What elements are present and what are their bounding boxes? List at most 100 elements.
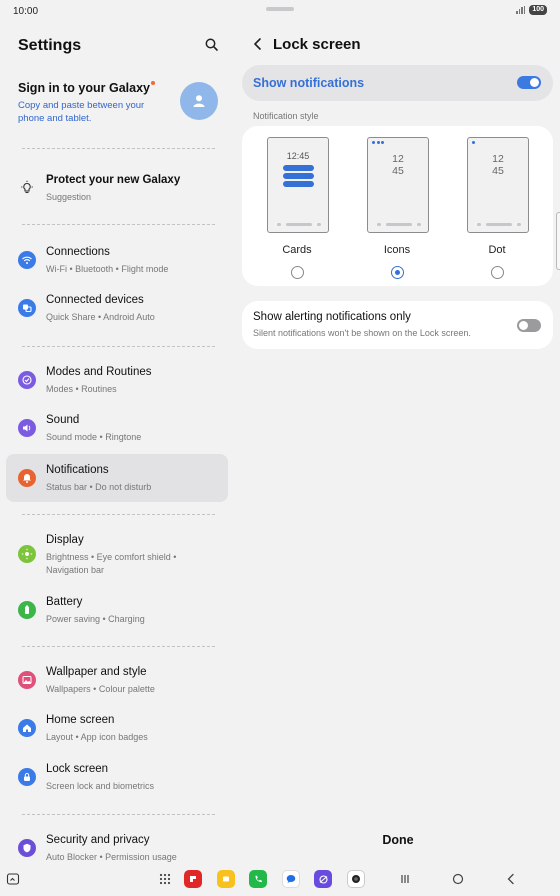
sidebar-item-wallpaper[interactable]: Wallpaper and style Wallpapers • Colour … (6, 656, 228, 704)
check-circle-icon (18, 371, 36, 389)
preview-time: 12:45 (286, 151, 310, 161)
sidebar-item-connected-devices[interactable]: Connected devices Quick Share • Android … (6, 284, 228, 332)
image-icon (18, 671, 36, 689)
radio-dot[interactable] (491, 266, 504, 279)
messages-icon[interactable] (282, 870, 300, 888)
sidebar-item-subtitle: Modes • Routines (46, 384, 117, 394)
account-subtitle: Copy and paste between your phone and ta… (18, 100, 145, 124)
camera-icon[interactable] (347, 870, 365, 888)
sidebar-item-label: Connected devices (46, 294, 144, 306)
dot-preview: 12 45 (467, 137, 529, 233)
style-option-cards[interactable]: 12:45 Cards (247, 126, 347, 286)
recent-apps-icon[interactable] (396, 870, 414, 888)
sidebar-item-lock-screen[interactable]: Lock screen Screen lock and biometrics (6, 753, 228, 801)
navigation-bar (0, 864, 560, 896)
divider (22, 514, 215, 515)
style-option-dot[interactable]: 12 45 Dot (447, 126, 547, 286)
sidebar-item-label: Wallpaper and style (46, 666, 147, 678)
back-nav-icon[interactable] (502, 870, 520, 888)
home-icon (18, 719, 36, 737)
sidebar-item-subtitle: Wallpapers • Colour palette (46, 684, 155, 694)
screenshot-icon[interactable] (4, 870, 22, 888)
sidebar-item-label: Lock screen (46, 763, 109, 775)
sidebar-item-subtitle: Wi-Fi • Bluetooth • Flight mode (46, 264, 169, 274)
internet-icon[interactable] (314, 870, 332, 888)
alerting-only-row[interactable]: Show alerting notifications only Silent … (242, 301, 553, 349)
sidebar-item-notifications[interactable]: Notifications Status bar • Do not distur… (6, 454, 228, 502)
alerting-only-subtitle: Silent notifications won't be shown on t… (253, 328, 471, 338)
notification-dot (472, 141, 475, 144)
volume-icon (18, 419, 36, 437)
sidebar-item-modes-routines[interactable]: Modes and Routines Modes • Routines (6, 356, 228, 404)
preview-shortcuts (477, 223, 521, 226)
bell-icon (18, 469, 36, 487)
preview-minute: 45 (492, 165, 504, 177)
done-button[interactable]: Done (370, 833, 426, 847)
style-label-dot: Dot (488, 244, 506, 256)
sidebar-item-subtitle: Layout • App icon badges (46, 732, 148, 742)
home-button-icon[interactable] (449, 870, 467, 888)
sidebar-item-display[interactable]: Display Brightness • Eye comfort shield … (6, 524, 228, 575)
sidebar-item-subtitle: Auto Blocker • Permission usage (46, 852, 177, 862)
show-notifications-toggle[interactable] (517, 76, 541, 89)
notification-style-card: 12:45 Cards 12 45 Icons 12 45 Dot (242, 126, 553, 286)
devices-icon (18, 299, 36, 317)
phone-icon[interactable] (249, 870, 267, 888)
sidebar-item-label: Battery (46, 596, 83, 608)
back-icon[interactable] (250, 36, 266, 52)
page-title: Settings (18, 37, 82, 54)
icons-preview: 12 45 (367, 137, 429, 233)
suggestion-title: Protect your new Galaxy (46, 174, 181, 186)
sidebar-item-label: Home screen (46, 714, 115, 726)
style-label-icons: Icons (383, 244, 411, 256)
drag-handle[interactable] (266, 7, 294, 11)
notification-card (283, 173, 314, 179)
notification-dot (150, 81, 155, 85)
battery-icon (18, 601, 36, 619)
shield-icon (18, 839, 36, 857)
account-title: Sign in to your Galaxy (18, 81, 150, 95)
show-notifications-row[interactable]: Show notifications (242, 65, 553, 101)
radio-cards[interactable] (291, 266, 304, 279)
battery-level: 100 (529, 5, 547, 15)
search-icon[interactable] (204, 37, 220, 53)
sidebar-item-label: Sound (46, 414, 80, 426)
suggestion-item[interactable]: Protect your new Galaxy Suggestion (6, 164, 228, 212)
style-option-icons[interactable]: 12 45 Icons (347, 126, 447, 286)
signal-icon (516, 6, 526, 14)
settings-pane: Settings Sign in to your Galaxy Copy and… (0, 22, 236, 862)
sidebar-item-label: Notifications (46, 464, 109, 476)
notification-card (283, 181, 314, 187)
sidebar-item-home-screen[interactable]: Home screen Layout • App icon badges (6, 704, 228, 752)
notes-icon[interactable] (217, 870, 235, 888)
divider (22, 814, 215, 815)
lock-icon (18, 768, 36, 786)
sidebar-item-subtitle: Sound mode • Ringtone (46, 432, 142, 442)
radio-icons[interactable] (391, 266, 404, 279)
sidebar-item-sound[interactable]: Sound Sound mode • Ringtone (6, 404, 228, 452)
notification-style-label: Notification style (253, 111, 319, 121)
flipboard-icon[interactable] (184, 870, 202, 888)
alerting-only-toggle[interactable] (517, 319, 541, 332)
notification-card (283, 165, 314, 171)
notification-icons (372, 141, 384, 144)
status-bar: 10:00 100 (0, 0, 560, 22)
preview-shortcuts (277, 223, 321, 226)
sidebar-item-label: Security and privacy (46, 834, 150, 846)
avatar[interactable] (180, 82, 218, 120)
apps-grid-icon[interactable] (156, 870, 174, 888)
alerting-only-title: Show alerting notifications only (253, 311, 411, 323)
sidebar-item-connections[interactable]: Connections Wi-Fi • Bluetooth • Flight m… (6, 236, 228, 284)
sidebar-item-subtitle: Power saving • Charging (46, 614, 145, 624)
preview-shortcuts (377, 223, 421, 226)
sidebar-item-subtitle: Quick Share • Android Auto (46, 312, 155, 322)
page-title: Lock screen (273, 36, 361, 53)
edge-panel-handle[interactable] (556, 212, 560, 270)
sidebar-item-label: Modes and Routines (46, 366, 152, 378)
sidebar-item-battery[interactable]: Battery Power saving • Charging (6, 586, 228, 634)
cards-preview: 12:45 (267, 137, 329, 233)
sidebar-item-subtitle: Status bar • Do not disturb (46, 482, 152, 492)
status-time: 10:00 (13, 6, 39, 17)
sidebar-item-label: Connections (46, 246, 110, 258)
lightbulb-icon (18, 179, 36, 197)
